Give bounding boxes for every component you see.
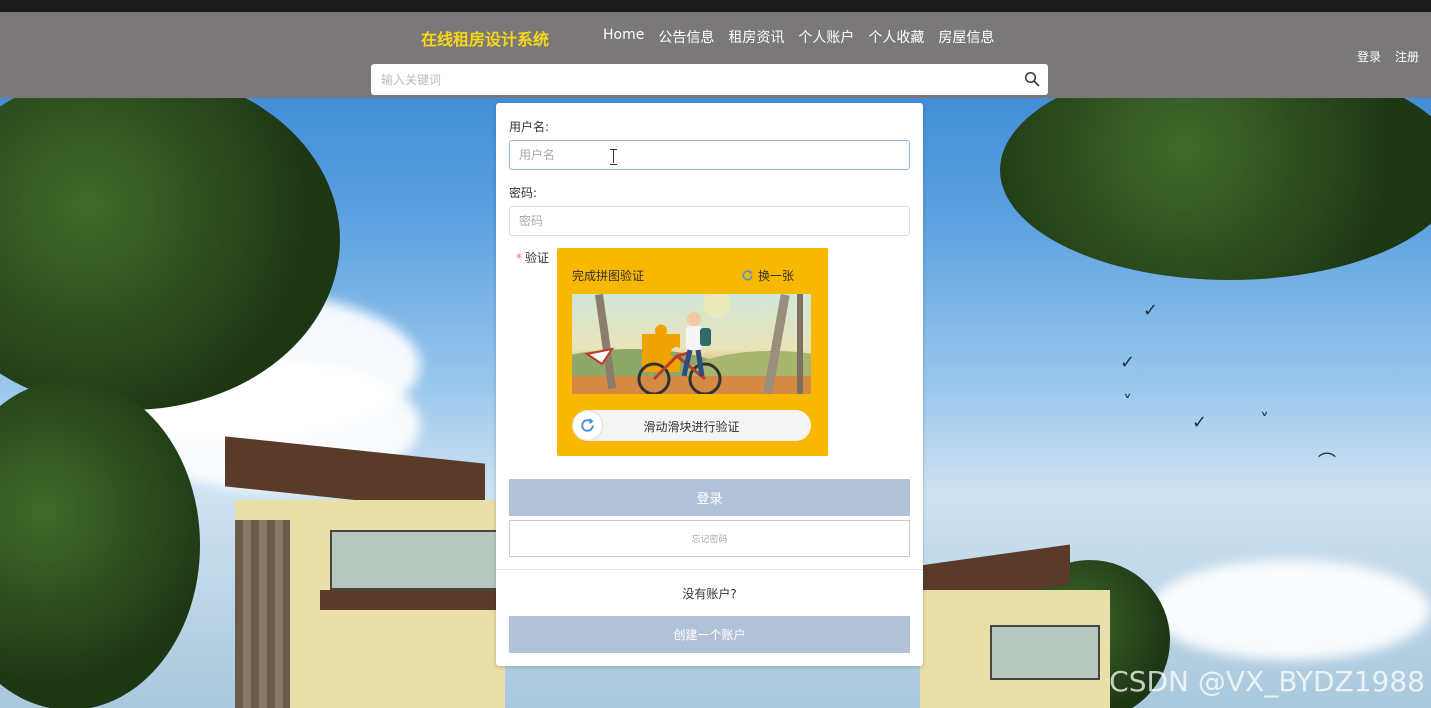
- top-strip: [0, 0, 1431, 12]
- header: 在线租房设计系统 Home 公告信息 租房资讯 个人账户 个人收藏 房屋信息 登…: [0, 12, 1431, 98]
- password-field: [509, 206, 910, 236]
- nav-favorites[interactable]: 个人收藏: [868, 27, 924, 47]
- site-logo[interactable]: 在线租房设计系统: [421, 26, 549, 50]
- password-input[interactable]: [510, 207, 909, 235]
- nav-account[interactable]: 个人账户: [798, 27, 854, 47]
- watermark: CSDN @VX_BYDZ1988: [1109, 665, 1425, 698]
- slider-handle[interactable]: [573, 411, 602, 440]
- text-cursor-icon: [610, 149, 618, 165]
- captcha-title: 完成拼图验证: [572, 269, 645, 283]
- username-input[interactable]: [510, 141, 909, 169]
- search-icon[interactable]: [1024, 71, 1040, 87]
- refresh-icon: [742, 270, 753, 281]
- slider-refresh-icon: [581, 418, 594, 432]
- captcha-refresh-button[interactable]: 换一张: [741, 267, 794, 284]
- forgot-password-button[interactable]: 忘记密码: [509, 520, 910, 557]
- password-label: 密码:: [509, 186, 538, 200]
- create-account-button[interactable]: 创建一个账户: [509, 616, 910, 653]
- slider-hint: 滑动滑块进行验证: [643, 420, 740, 434]
- search-input[interactable]: [371, 64, 991, 95]
- nav-houses[interactable]: 房屋信息: [938, 27, 994, 47]
- captcha-panel: 完成拼图验证 换一张 滑动滑块进行验证: [557, 248, 828, 456]
- no-account-text: 没有账户?: [682, 587, 737, 601]
- auth-links: 登录 注册: [1357, 48, 1419, 65]
- register-link[interactable]: 注册: [1395, 48, 1419, 65]
- captcha-refresh-label: 换一张: [757, 269, 794, 283]
- login-button[interactable]: 登录: [509, 479, 910, 516]
- verify-label: * 验证: [516, 249, 549, 266]
- username-field: [509, 140, 910, 170]
- captcha-image: [572, 294, 811, 394]
- main-nav: Home 公告信息 租房资讯 个人账户 个人收藏 房屋信息: [603, 27, 994, 47]
- nav-notices[interactable]: 公告信息: [658, 27, 714, 47]
- search-bar: [371, 64, 1048, 95]
- login-card: 用户名: 密码: *验证 完成拼图验证 换一张: [496, 103, 923, 666]
- login-link[interactable]: 登录: [1357, 48, 1381, 65]
- captcha-slider-track: 滑动滑块进行验证: [572, 410, 811, 441]
- username-label: 用户名:: [509, 120, 550, 134]
- verify-label-text: 验证: [525, 251, 550, 265]
- required-star: *: [516, 251, 522, 265]
- nav-home[interactable]: Home: [603, 27, 644, 47]
- nav-news[interactable]: 租房资讯: [728, 27, 784, 47]
- divider: [496, 569, 923, 570]
